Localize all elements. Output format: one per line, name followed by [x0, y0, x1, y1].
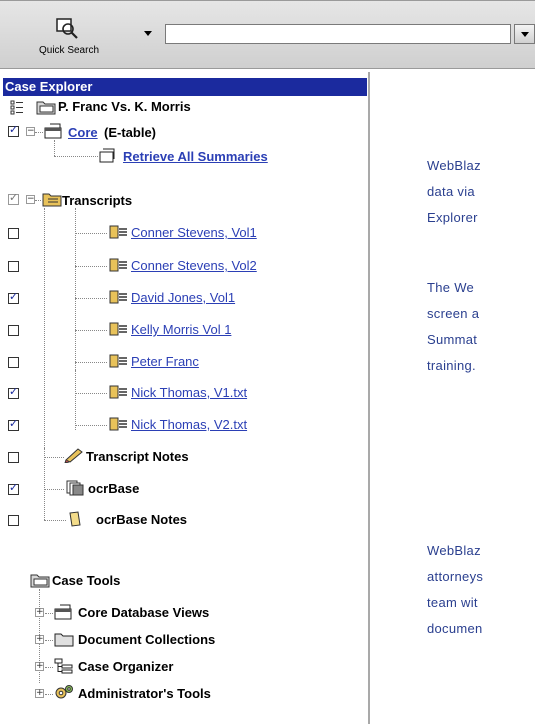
transcript-link[interactable]: Peter Franc: [131, 354, 199, 370]
transcript-link[interactable]: Conner Stevens, Vol1: [131, 225, 257, 241]
table-view-icon: [54, 604, 72, 620]
transcript-checkbox[interactable]: [8, 261, 19, 272]
text-line: The We: [427, 280, 475, 295]
quick-search-icon: [56, 18, 78, 39]
expand-toggle[interactable]: +: [35, 635, 44, 644]
tool-label[interactable]: Administrator's Tools: [78, 686, 211, 702]
text-line: data via: [427, 184, 475, 199]
text-line: Summat: [427, 332, 478, 347]
transcript-checkbox[interactable]: [8, 417, 19, 431]
transcript-link[interactable]: David Jones, Vol1: [131, 290, 235, 306]
quick-search-button[interactable]: Quick Search: [14, 7, 124, 63]
expand-toggle[interactable]: +: [35, 662, 44, 671]
text-line: Explorer: [427, 210, 478, 225]
tool-label[interactable]: Document Collections: [78, 632, 215, 648]
case-explorer-panel: Case Explorer P. Franc Vs. K. Morris − C…: [0, 72, 370, 724]
transcript-notes-checkbox[interactable]: [8, 452, 19, 463]
ocrbase-notes-label[interactable]: ocrBase Notes: [96, 512, 187, 528]
transcript-notes-label[interactable]: Transcript Notes: [86, 449, 189, 465]
case-name[interactable]: P. Franc Vs. K. Morris: [58, 99, 191, 115]
transcript-doc-icon: [109, 385, 127, 399]
quick-search-dropdown-arrow[interactable]: [144, 31, 152, 36]
core-link[interactable]: Core: [68, 125, 98, 141]
table-view-icon: [44, 123, 62, 139]
ocrbase-notes-checkbox[interactable]: [8, 515, 19, 526]
text-line: team wit: [427, 595, 478, 610]
summary-icon: [99, 148, 115, 163]
core-collapse-toggle[interactable]: −: [26, 127, 35, 136]
gears-icon: [55, 685, 73, 699]
toolbar: Quick Search: [0, 0, 535, 69]
expand-toggle[interactable]: +: [35, 689, 44, 698]
transcript-checkbox[interactable]: [8, 357, 19, 368]
text-line: screen a: [427, 306, 480, 321]
retrieve-all-summaries-link[interactable]: Retrieve All Summaries: [123, 149, 268, 165]
transcript-link[interactable]: Kelly Morris Vol 1: [131, 322, 231, 338]
transcripts-collapse-toggle[interactable]: −: [26, 195, 35, 204]
core-checkbox[interactable]: [8, 123, 19, 137]
ocrbase-docs-icon: [66, 480, 84, 496]
tree-organizer-icon: [54, 658, 73, 674]
transcripts-label[interactable]: Transcripts: [62, 193, 132, 209]
transcript-doc-icon: [109, 322, 127, 336]
transcript-doc-icon: [109, 290, 127, 304]
tool-label[interactable]: Core Database Views: [78, 605, 209, 621]
search-input[interactable]: [165, 24, 511, 44]
panel-title: Case Explorer: [3, 78, 367, 96]
notes-icon: [69, 511, 81, 527]
folder-icon: [54, 633, 74, 647]
transcript-link[interactable]: Nick Thomas, V2.txt: [131, 417, 247, 433]
text-line: WebBlaz: [427, 543, 481, 558]
transcript-link[interactable]: Nick Thomas, V1.txt: [131, 385, 247, 401]
transcript-link[interactable]: Conner Stevens, Vol2: [131, 258, 257, 274]
transcripts-checkbox[interactable]: [8, 191, 19, 205]
case-tools-folder-icon: [30, 574, 50, 588]
quick-search-label: Quick Search: [38, 45, 100, 56]
notes-pen-icon: [64, 448, 83, 463]
text-line: WebBlaz: [427, 158, 481, 173]
case-tools-label[interactable]: Case Tools: [52, 573, 120, 589]
tree-list-icon[interactable]: [10, 99, 24, 115]
transcript-checkbox[interactable]: [8, 228, 19, 239]
transcript-doc-icon: [109, 354, 127, 368]
text-line: documen: [427, 621, 483, 636]
search-dropdown-button[interactable]: [514, 24, 535, 44]
core-suffix: (E-table): [104, 125, 156, 140]
transcript-doc-icon: [109, 225, 127, 239]
transcript-checkbox[interactable]: [8, 385, 19, 399]
text-line: attorneys: [427, 569, 484, 584]
transcript-doc-icon: [109, 417, 127, 431]
case-folder-icon: [36, 101, 56, 115]
transcript-doc-icon: [109, 258, 127, 272]
transcripts-folder-icon: [42, 193, 62, 207]
text-line: training.: [427, 358, 476, 373]
transcript-checkbox[interactable]: [8, 325, 19, 336]
ocrbase-label[interactable]: ocrBase: [88, 481, 139, 497]
tool-label[interactable]: Case Organizer: [78, 659, 173, 675]
transcript-checkbox[interactable]: [8, 290, 19, 304]
expand-toggle[interactable]: +: [35, 608, 44, 617]
ocrbase-checkbox[interactable]: [8, 481, 19, 495]
